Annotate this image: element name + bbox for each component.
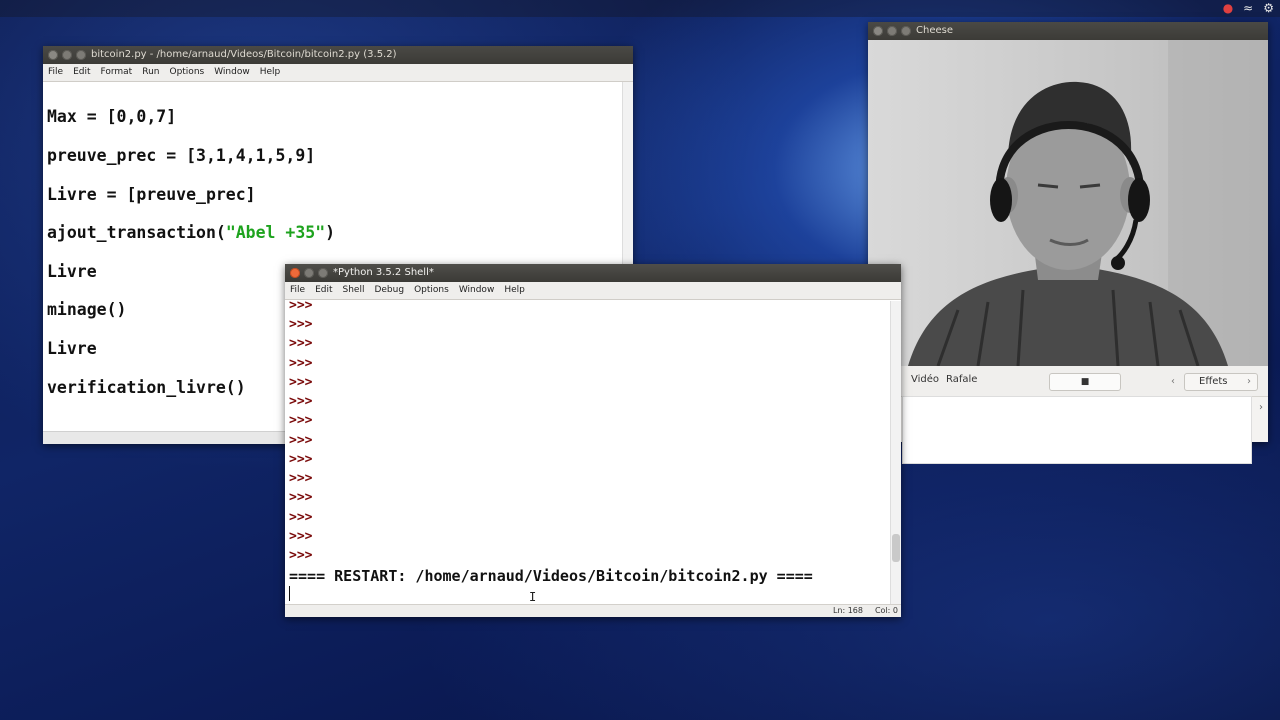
- camera-recording-icon[interactable]: ●: [1223, 1, 1233, 15]
- menu-debug[interactable]: Debug: [374, 282, 404, 299]
- restart-message: ==== RESTART: /home/arnaud/Videos/Bitcoi…: [289, 567, 813, 585]
- menu-edit[interactable]: Edit: [315, 282, 332, 299]
- code-line: Livre: [47, 262, 97, 281]
- text-cursor: [289, 586, 290, 601]
- shell-prompt: >>>: [289, 356, 313, 371]
- shell-prompt: >>>: [289, 375, 313, 390]
- thumbnail-strip[interactable]: [902, 396, 1252, 464]
- wifi-icon[interactable]: ≈: [1243, 1, 1253, 15]
- take-video-button[interactable]: ■: [1049, 373, 1121, 391]
- code-line: Max = [0,0,7]: [47, 107, 177, 126]
- shell-title: *Python 3.5.2 Shell*: [333, 267, 434, 278]
- shell-prompt: >>>: [289, 548, 313, 563]
- menu-format[interactable]: Format: [101, 64, 133, 81]
- code-string: "Abel +35": [225, 223, 326, 242]
- effects-button[interactable]: ‹ Effets ›: [1171, 373, 1258, 391]
- shell-prompt: >>>: [289, 301, 313, 313]
- code-line: ajout_transaction("Abel +35"): [47, 223, 335, 242]
- webcam-person-image: [908, 40, 1268, 366]
- editor-menubar: File Edit Format Run Options Window Help: [43, 64, 633, 82]
- menu-options[interactable]: Options: [414, 282, 449, 299]
- mouse-ibeam-cursor-icon: I: [529, 590, 537, 604]
- shell-prompt: >>>: [289, 394, 313, 409]
- menu-file[interactable]: File: [48, 64, 63, 81]
- menu-run[interactable]: Run: [142, 64, 159, 81]
- webcam-preview: [868, 40, 1268, 366]
- code-line: verification_livre(): [47, 378, 246, 397]
- shell-prompt: >>>: [289, 510, 313, 525]
- settings-icon[interactable]: ⚙: [1263, 1, 1274, 15]
- close-icon[interactable]: [873, 26, 883, 36]
- shell-scrollbar-thumb[interactable]: [892, 534, 900, 562]
- shell-prompt: >>>: [289, 529, 313, 544]
- code-line: Livre = [preuve_prec]: [47, 185, 256, 204]
- tab-video[interactable]: Vidéo: [911, 374, 939, 385]
- effects-label: Effets: [1199, 376, 1228, 387]
- shell-statusbar: Ln: 168 Col: 0: [285, 604, 901, 617]
- code-line: Livre: [47, 339, 97, 358]
- editor-title: bitcoin2.py - /home/arnaud/Videos/Bitcoi…: [91, 49, 397, 60]
- system-tray: ● ≈ ⚙: [1223, 1, 1274, 15]
- shell-prompt: >>>: [289, 490, 313, 505]
- shell-prompt: >>>: [289, 452, 313, 467]
- code-line: preuve_prec = [3,1,4,1,5,9]: [47, 146, 316, 165]
- maximize-icon[interactable]: [318, 268, 328, 278]
- shell-window: *Python 3.5.2 Shell* File Edit Shell Deb…: [285, 264, 901, 617]
- shell-titlebar[interactable]: *Python 3.5.2 Shell*: [285, 264, 901, 282]
- cheese-titlebar[interactable]: Cheese: [868, 22, 1268, 40]
- minimize-icon[interactable]: [304, 268, 314, 278]
- shell-prompt: >>>: [289, 471, 313, 486]
- menu-help[interactable]: Help: [504, 282, 525, 299]
- video-camera-icon: ■: [1080, 377, 1090, 387]
- maximize-icon[interactable]: [76, 50, 86, 60]
- shell-menubar: File Edit Shell Debug Options Window Hel…: [285, 282, 901, 300]
- shell-prompt: >>>: [289, 336, 313, 351]
- tab-burst[interactable]: Rafale: [946, 374, 977, 385]
- minimize-icon[interactable]: [887, 26, 897, 36]
- code-line: minage(): [47, 300, 127, 319]
- menu-shell[interactable]: Shell: [343, 282, 365, 299]
- menu-file[interactable]: File: [290, 282, 305, 299]
- code-text: ajout_transaction(: [47, 223, 226, 242]
- editor-titlebar[interactable]: bitcoin2.py - /home/arnaud/Videos/Bitcoi…: [43, 46, 633, 64]
- close-icon[interactable]: [290, 268, 300, 278]
- code-text: ): [325, 223, 336, 242]
- minimize-icon[interactable]: [62, 50, 72, 60]
- close-icon[interactable]: [48, 50, 58, 60]
- maximize-icon[interactable]: [901, 26, 911, 36]
- cheese-window: Cheese Vidéo Rafale ■ ‹ Effets › ›: [868, 22, 1268, 464]
- chevron-right-icon[interactable]: ›: [1259, 402, 1263, 413]
- column-number: Col: 0: [874, 606, 898, 615]
- shell-prompt: >>>: [289, 413, 313, 428]
- shell-prompt: >>>: [289, 433, 313, 448]
- line-number: Ln: 168: [832, 606, 863, 615]
- menu-edit[interactable]: Edit: [73, 64, 90, 81]
- cheese-mode-bar: Vidéo Rafale ■ ‹ Effets ›: [868, 366, 1268, 397]
- shell-output[interactable]: >>> >>> >>> >>> >>> >>> >>> >>> >>> >>> …: [285, 301, 891, 605]
- menu-options[interactable]: Options: [169, 64, 204, 81]
- chevron-left-icon[interactable]: ‹: [1171, 374, 1175, 390]
- top-panel: ● ≈ ⚙: [0, 0, 1280, 17]
- chevron-right-icon[interactable]: ›: [1247, 374, 1251, 390]
- cheese-title: Cheese: [916, 25, 953, 36]
- menu-help[interactable]: Help: [260, 64, 281, 81]
- menu-window[interactable]: Window: [214, 64, 250, 81]
- shell-prompt: >>>: [289, 317, 313, 332]
- menu-window[interactable]: Window: [459, 282, 495, 299]
